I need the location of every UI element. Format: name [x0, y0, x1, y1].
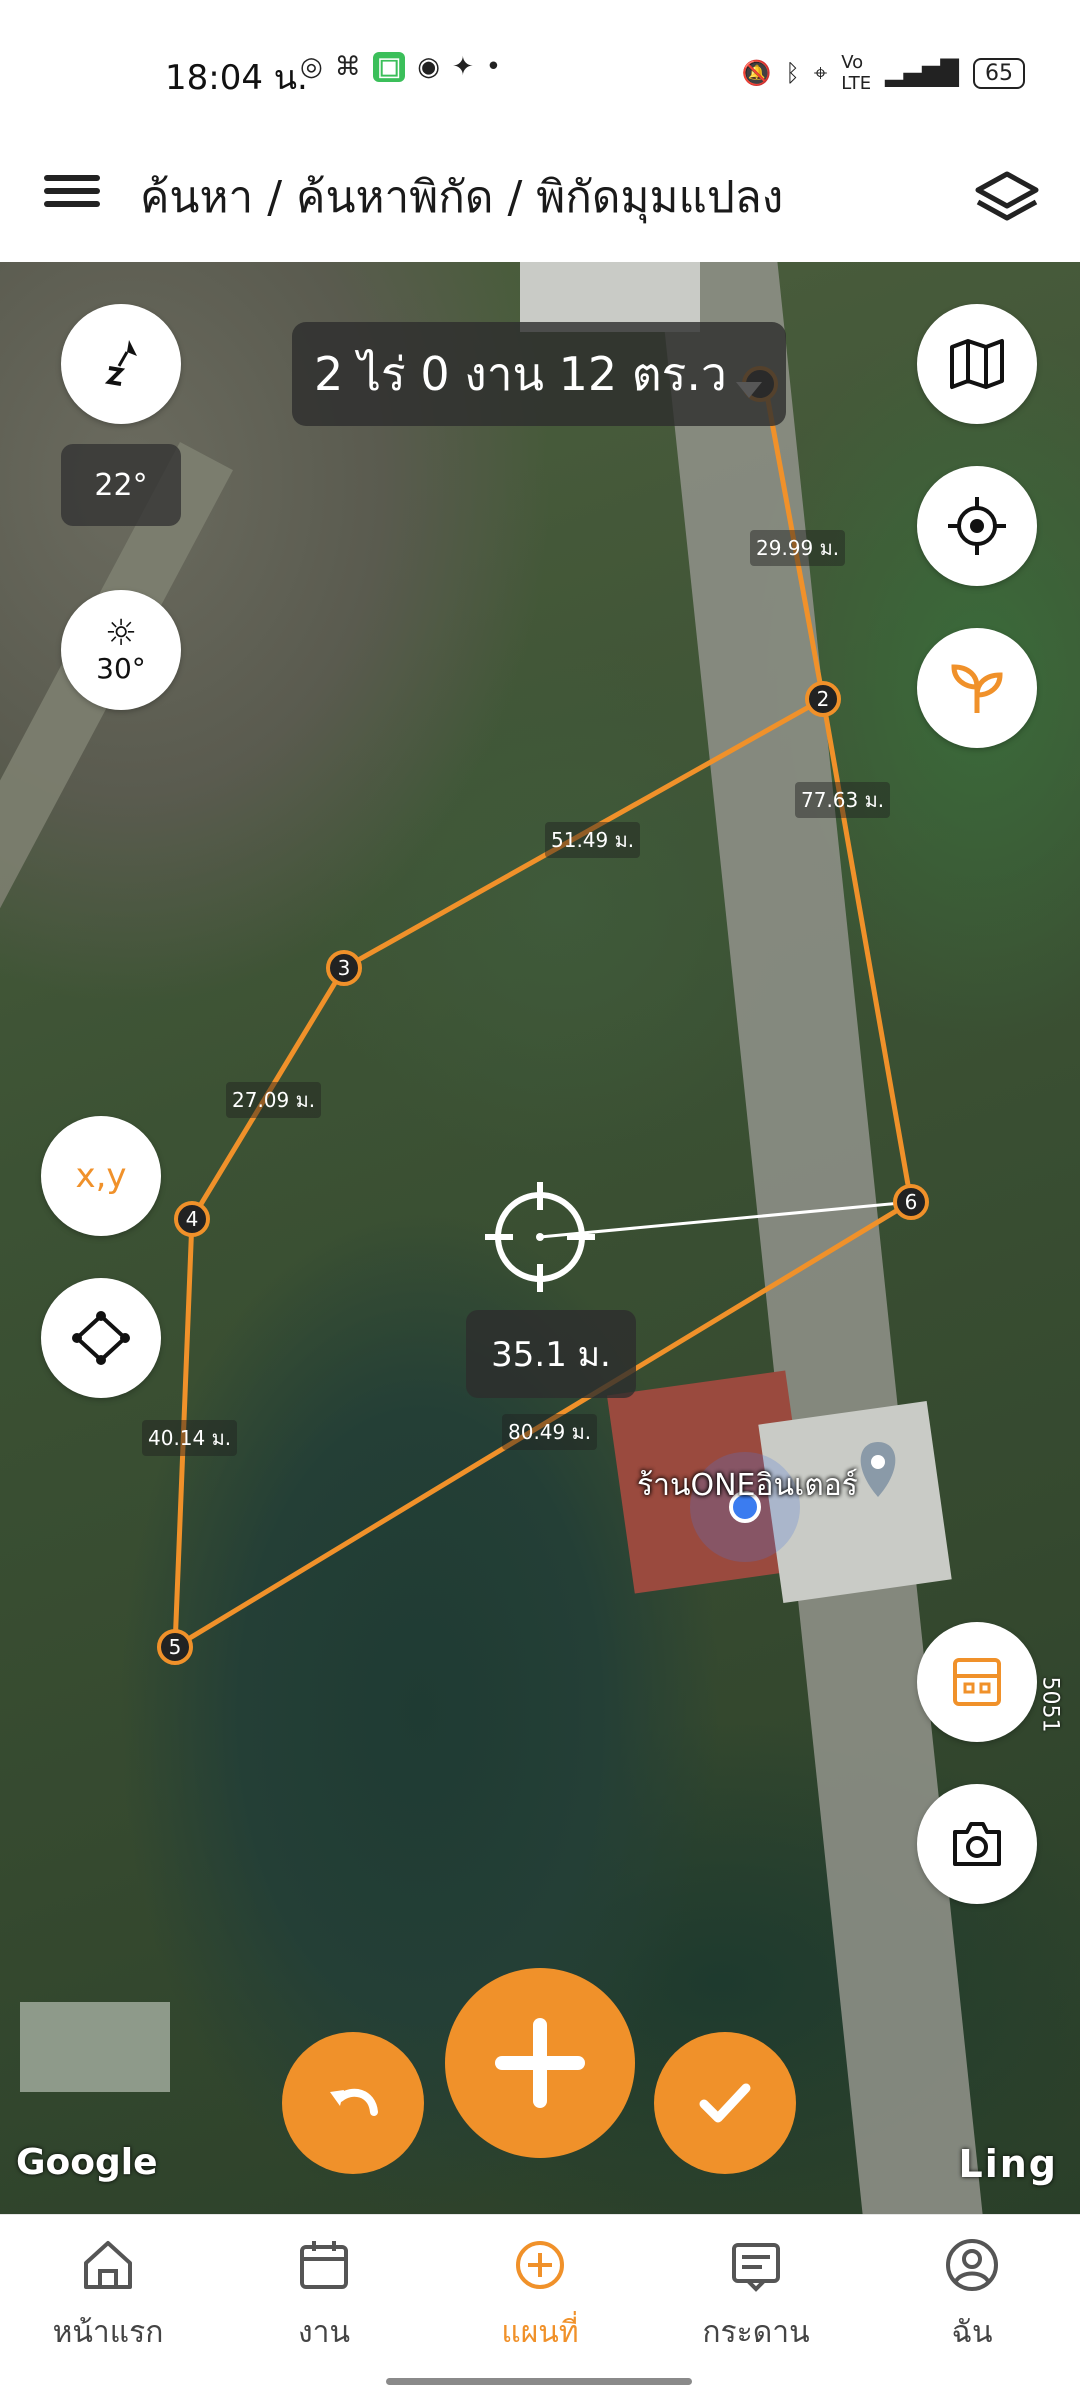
- twitter-icon: ✦: [451, 52, 474, 82]
- nav-board-label: กระดาน: [702, 2315, 810, 2350]
- bottom-navigation: หน้าแรก งาน แผนที่ กระดาน ฉัน: [0, 2214, 1080, 2401]
- add-circle-icon: [516, 2241, 564, 2289]
- camera-icon: [953, 1822, 1001, 1866]
- dot-icon: •: [485, 52, 502, 82]
- map-type-button[interactable]: [917, 304, 1037, 424]
- sun-icon: ☼: [104, 612, 138, 654]
- archive-icon: [953, 1658, 1001, 1706]
- segment-label: 80.49 ม.: [502, 1414, 598, 1450]
- sun-angle-button[interactable]: ☼ 30°: [61, 590, 181, 710]
- crosshair-distance: 35.1 ม.: [466, 1310, 636, 1398]
- home-icon: [84, 2241, 132, 2289]
- sprout-icon: [951, 664, 1003, 713]
- battery-indicator: 65: [973, 57, 1025, 89]
- google-logo: Google: [16, 2142, 158, 2183]
- satellite-map[interactable]: 2 ไร่ 0 งาน 12 ตร.ว 29.99 ม. 77.63 ม. 51…: [0, 262, 1080, 2214]
- vertex-4[interactable]: 4: [174, 1201, 210, 1237]
- location-icon: ⌖: [813, 59, 828, 87]
- status-app-icons: ◎ ⌘ ▣ ◉ ✦ •: [300, 52, 501, 82]
- polygon-icon: [72, 1311, 130, 1365]
- ling-label: Ling: [958, 2142, 1058, 2186]
- segment-label: 40.14 ม.: [142, 1420, 238, 1456]
- board-icon: [732, 2243, 780, 2292]
- sun-angle-value: 30°: [96, 651, 146, 685]
- vertex-2[interactable]: 2: [805, 681, 841, 717]
- xy-coordinate-button[interactable]: x,y: [41, 1116, 161, 1236]
- save-plot-button[interactable]: [917, 1622, 1037, 1742]
- nav-map-label: แผนที่: [501, 2315, 579, 2350]
- volte-icon: Vo LTE: [841, 52, 872, 94]
- mute-icon: 🔕: [741, 59, 772, 87]
- compass-icon: [104, 340, 137, 386]
- plot-polygon: [172, 366, 914, 1650]
- plus-icon: [495, 2018, 585, 2108]
- segment-label: 27.09 ม.: [226, 1082, 322, 1118]
- line-icon: ◉: [417, 52, 440, 82]
- undo-button[interactable]: [282, 2032, 424, 2174]
- segment-label: 29.99 ม.: [750, 530, 846, 566]
- check-icon: [699, 2083, 751, 2123]
- segment-label: 51.49 ม.: [545, 822, 641, 858]
- vertex-6[interactable]: 6: [893, 1184, 929, 1220]
- road-number-label: 5051: [1037, 1676, 1063, 1733]
- nav-board[interactable]: กระดาน: [648, 2235, 864, 2356]
- nav-tasks[interactable]: งาน: [216, 2235, 432, 2356]
- nav-profile[interactable]: ฉัน: [864, 2235, 1080, 2356]
- add-point-button[interactable]: [445, 1968, 635, 2158]
- game-icon: ⌘: [334, 52, 361, 82]
- target-icon: [948, 497, 1006, 555]
- polygon-tool-button[interactable]: [41, 1278, 161, 1398]
- crosshair-icon: [485, 1182, 595, 1292]
- breadcrumb: ค้นหา / ค้นหาพิกัด / พิกัดมุมแปลง: [140, 172, 784, 223]
- app-header: ค้นหา / ค้นหาพิกัด / พิกัดมุมแปลง: [0, 140, 1080, 262]
- confirm-button[interactable]: [654, 2032, 796, 2174]
- camera-button[interactable]: [917, 1784, 1037, 1904]
- map-icon: [950, 339, 1004, 389]
- app-icon: ▣: [372, 52, 406, 82]
- bluetooth-icon: ᛒ: [785, 59, 800, 87]
- compass-button[interactable]: [61, 304, 181, 424]
- area-text: 2 ไร่ 0 งาน 12 ตร.ว: [314, 346, 727, 401]
- status-bar: 18:04 น. ◎ ⌘ ▣ ◉ ✦ • 🔕 ᛒ ⌖ Vo LTE ▂▄▆█ 65: [0, 0, 1080, 140]
- nav-tasks-label: งาน: [297, 2315, 350, 2350]
- home-indicator[interactable]: [386, 2378, 692, 2385]
- nav-home[interactable]: หน้าแรก: [0, 2235, 216, 2356]
- segment-label: 77.63 ม.: [795, 782, 891, 818]
- calendar-icon: [300, 2241, 348, 2289]
- nav-home-label: หน้าแรก: [52, 2315, 164, 2350]
- profile-icon: [946, 2239, 998, 2291]
- layers-icon[interactable]: [972, 162, 1042, 232]
- vertex-3[interactable]: 3: [326, 950, 362, 986]
- nav-profile-label: ฉัน: [951, 2315, 993, 2350]
- nav-map[interactable]: แผนที่: [432, 2235, 648, 2356]
- hamburger-icon[interactable]: [44, 168, 100, 224]
- vertex-5[interactable]: 5: [157, 1629, 193, 1665]
- messenger-icon: ◎: [300, 52, 323, 82]
- status-system-icons: 🔕 ᛒ ⌖ Vo LTE ▂▄▆█ 65: [741, 52, 1025, 94]
- area-badge: 2 ไร่ 0 งาน 12 ตร.ว: [292, 322, 786, 426]
- signal-4g-icon: ▂▄▆█: [885, 59, 959, 87]
- place-label[interactable]: ร้านONEอินเตอร์: [637, 1462, 858, 1509]
- plant-button[interactable]: [917, 628, 1037, 748]
- status-time: 18:04 น.: [165, 58, 308, 98]
- undo-icon: [330, 2088, 378, 2116]
- locate-me-button[interactable]: [917, 466, 1037, 586]
- compass-heading: 22°: [61, 444, 181, 526]
